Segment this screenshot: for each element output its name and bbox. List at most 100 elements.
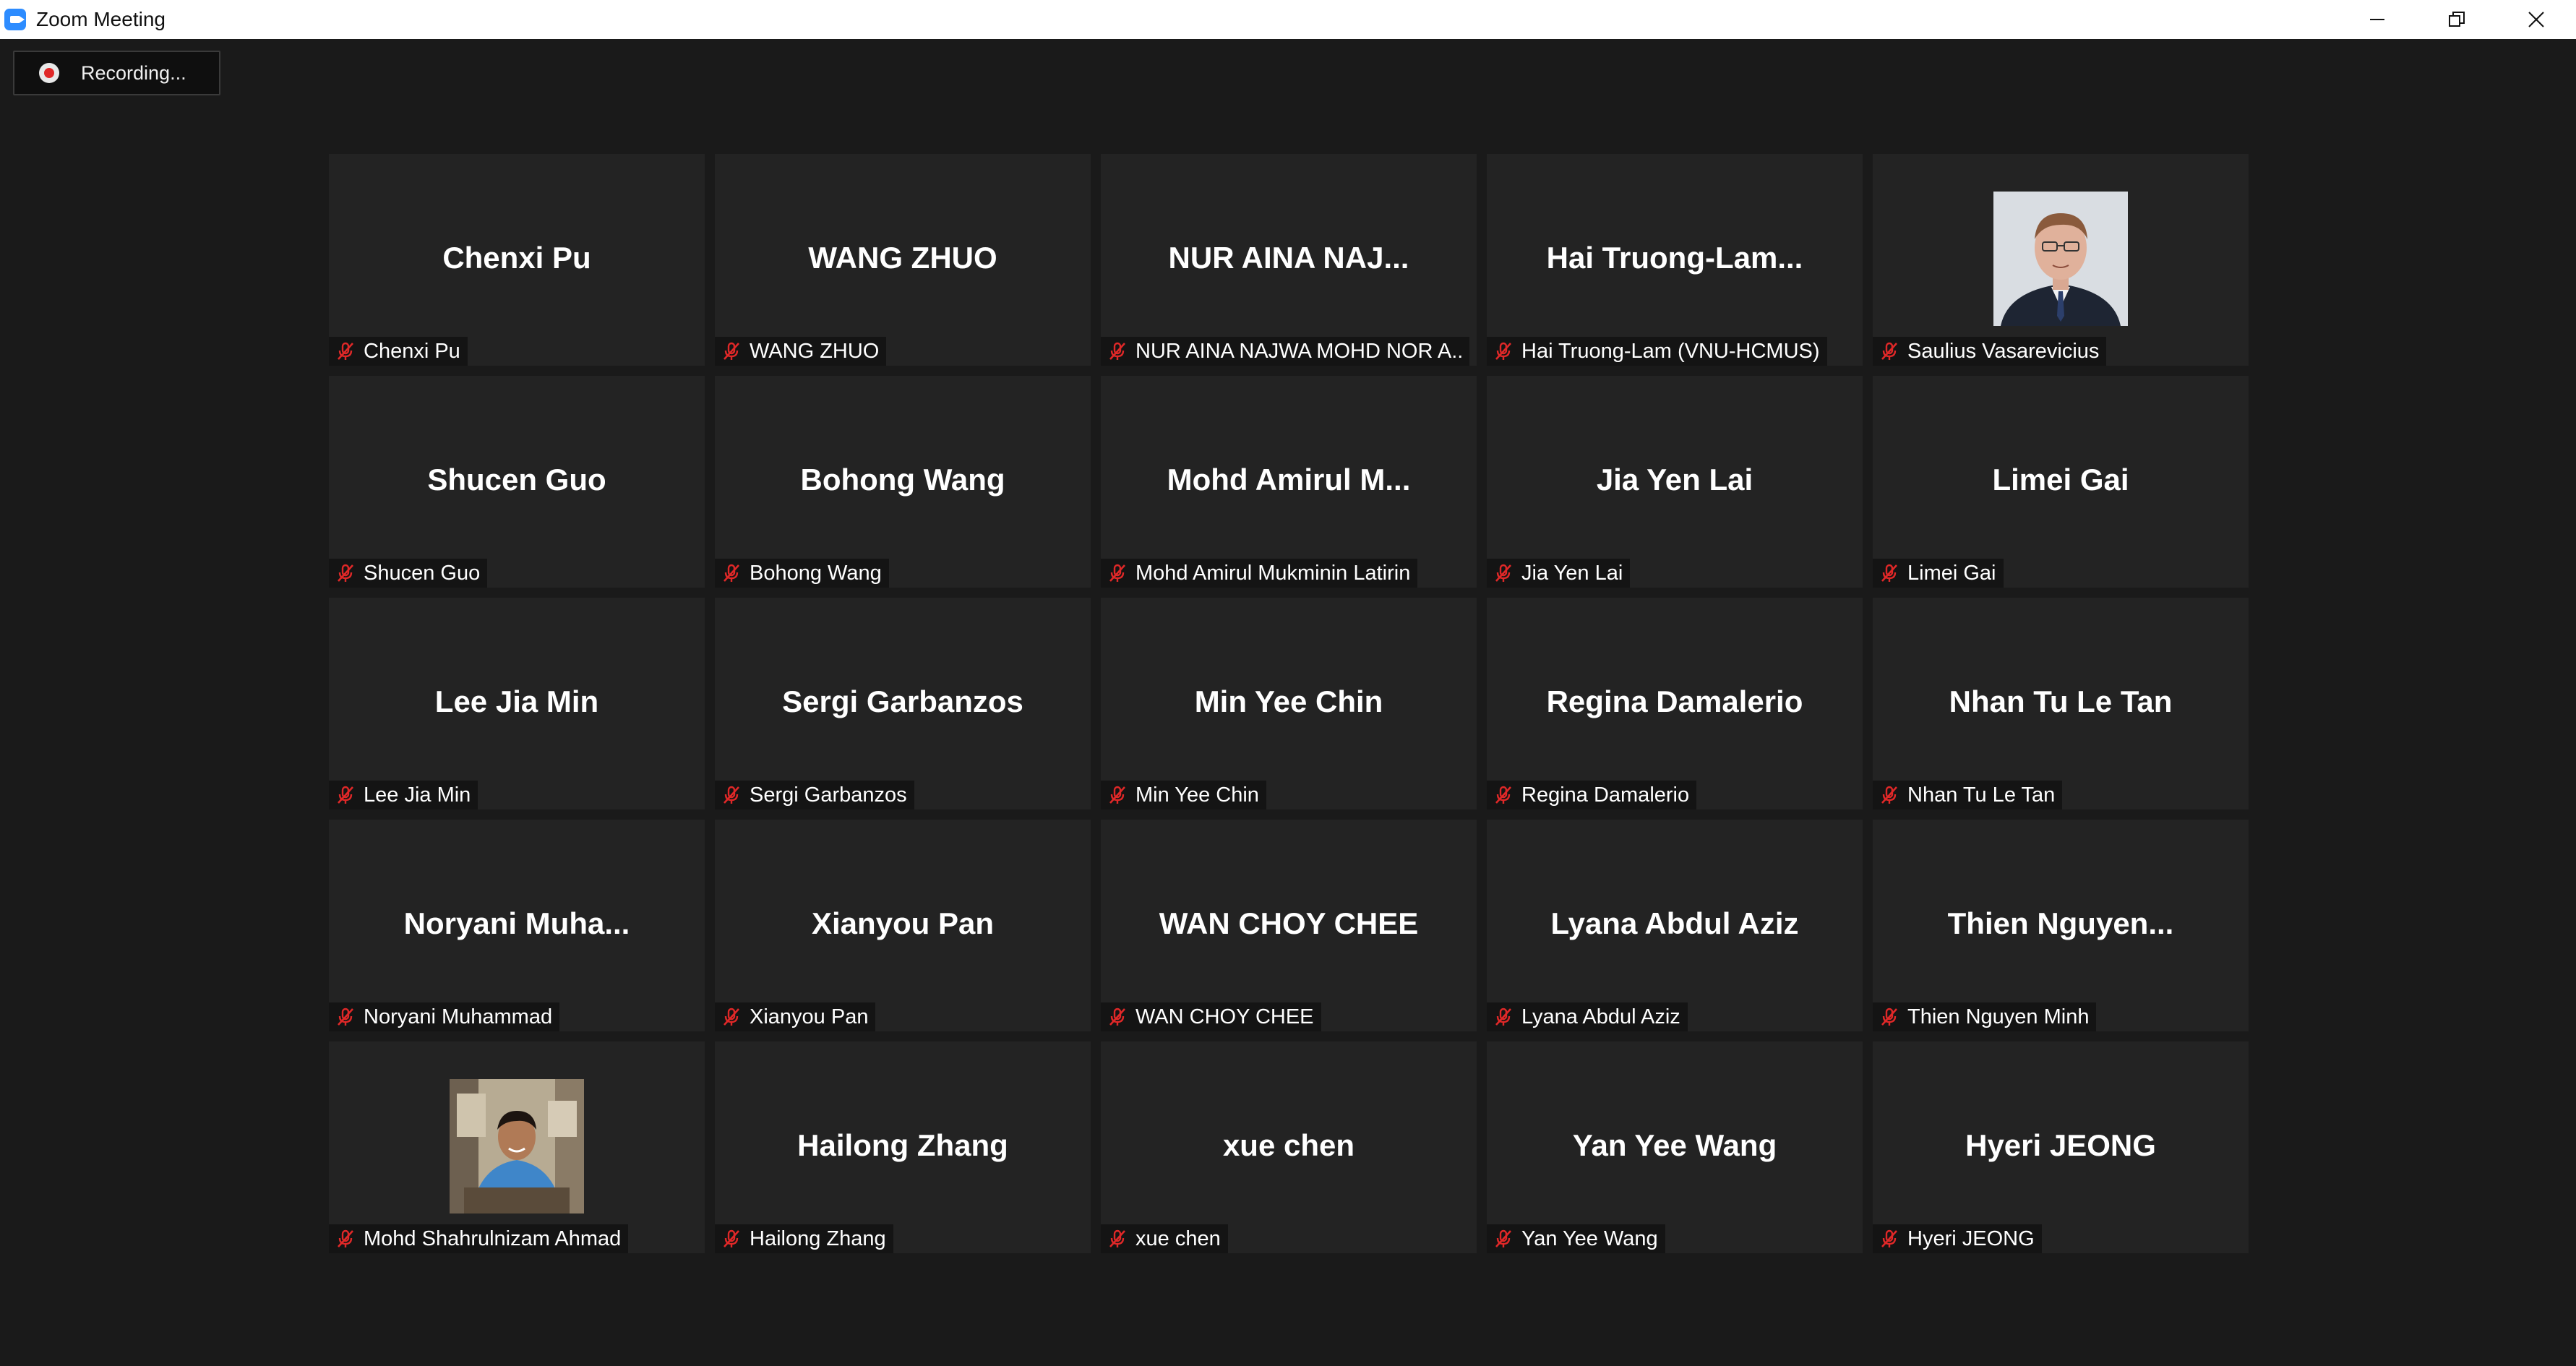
participant-name-label: Lyana Abdul Aziz [1487,1002,1688,1031]
muted-microphone-icon [1881,786,1897,804]
participant-name-label: Bohong Wang [715,559,889,588]
muted-microphone-icon [1495,786,1511,804]
participant-tile[interactable]: Hai Truong-Lam... Hai Truong-Lam (VNU-HCM… [1487,154,1863,366]
participant-tile[interactable]: Chenxi Pu Chenxi Pu [329,154,705,366]
participant-display-name: Min Yee Chin [1194,684,1383,718]
participant-display-name: Chenxi Pu [442,241,591,275]
muted-microphone-icon [338,1229,353,1247]
participant-tile[interactable]: Saulius Vasarevicius [1873,154,2249,366]
participant-tile[interactable]: Thien Nguyen... Thien Nguyen Minh [1873,820,2249,1031]
recording-label: Recording... [81,61,186,84]
muted-microphone-icon [1881,1229,1897,1247]
participant-tile[interactable]: Mohd Amirul M... Mohd Amirul Mukminin Lat… [1101,376,1477,588]
restore-icon [2449,12,2465,27]
participant-name-label: Regina Damalerio [1487,781,1697,809]
participant-full-name: Hailong Zhang [750,1227,886,1250]
participant-display-name: Jia Yen Lai [1596,463,1753,497]
muted-microphone-icon [1109,786,1125,804]
participant-tile[interactable]: Lee Jia Min Lee Jia Min [329,598,705,809]
muted-microphone-icon [724,786,739,804]
participant-tile[interactable]: Bohong Wang Bohong Wang [715,376,1091,588]
participant-photo [450,1079,584,1213]
close-button[interactable] [2496,0,2576,39]
participant-name-label: WAN CHOY CHEE [1101,1002,1321,1031]
participant-full-name: Yan Yee Wang [1521,1227,1658,1250]
participant-name-label: Min Yee Chin [1101,781,1266,809]
participant-display-name: WANG ZHUO [808,241,997,275]
participant-full-name: Regina Damalerio [1521,783,1690,807]
muted-microphone-icon [1881,564,1897,582]
participant-tile[interactable]: Jia Yen Lai Jia Yen Lai [1487,376,1863,588]
participant-tile[interactable]: xue chen xue chen [1101,1041,1477,1253]
recording-indicator[interactable]: Recording... [13,51,220,95]
participant-tile[interactable]: Hyeri JEONG Hyeri JEONG [1873,1041,2249,1253]
participant-tile[interactable]: Shucen Guo Shucen Guo [329,376,705,588]
participant-display-name: Bohong Wang [800,463,1005,497]
participant-full-name: xue chen [1135,1227,1221,1250]
participant-tile[interactable]: Xianyou Pan Xianyou Pan [715,820,1091,1031]
participant-display-name: Lee Jia Min [434,684,599,718]
participant-name-label: NUR AINA NAJWA MOHD NOR A... [1101,337,1469,366]
participant-full-name: WAN CHOY CHEE [1135,1005,1314,1028]
participant-full-name: Min Yee Chin [1135,783,1259,807]
window-title: Zoom Meeting [36,8,166,30]
participant-tile[interactable]: Hailong Zhang Hailong Zhang [715,1041,1091,1253]
participant-display-name: Mohd Amirul M... [1167,463,1411,497]
participant-tile[interactable]: Regina Damalerio Regina Damalerio [1487,598,1863,809]
participant-display-name: Hailong Zhang [797,1128,1008,1162]
participant-name-label: WANG ZHUO [715,337,887,366]
participant-display-name: Lyana Abdul Aziz [1550,906,1799,940]
muted-microphone-icon [1109,1229,1125,1247]
minimize-icon [2370,19,2384,20]
minimize-button[interactable] [2337,0,2417,39]
participant-tile[interactable]: Mohd Shahrulnizam Ahmad [329,1041,705,1253]
participant-name-label: xue chen [1101,1224,1228,1253]
participant-photo [1993,192,2128,326]
participant-tile[interactable]: Noryani Muha... Noryani Muhammad [329,820,705,1031]
muted-microphone-icon [338,564,353,582]
participant-gallery: Chenxi Pu Chenxi Pu WANG ZHUO WANG ZHUO NUR … [329,154,2249,1253]
participant-name-label: Saulius Vasarevicius [1873,337,2107,366]
participant-name-label: Xianyou Pan [715,1002,876,1031]
muted-microphone-icon [1495,342,1511,360]
participant-full-name: Lyana Abdul Aziz [1521,1005,1680,1028]
participant-name-label: Hai Truong-Lam (VNU-HCMUS) [1487,337,1827,366]
participant-name-label: Nhan Tu Le Tan [1873,781,2063,809]
muted-microphone-icon [1495,1229,1511,1247]
participant-full-name: Saulius Vasarevicius [1907,339,2100,363]
participant-full-name: Hyeri JEONG [1907,1227,2035,1250]
participant-display-name: Nhan Tu Le Tan [1949,684,2173,718]
title-bar: Zoom Meeting [0,0,2576,39]
muted-microphone-icon [1495,1008,1511,1026]
participant-name-label: Hyeri JEONG [1873,1224,2042,1253]
participant-name-label: Chenxi Pu [329,337,468,366]
participant-name-label: Hailong Zhang [715,1224,893,1253]
participant-full-name: Limei Gai [1907,561,1996,585]
participant-display-name: Thien Nguyen... [1947,906,2174,940]
muted-microphone-icon [1109,342,1125,360]
participant-tile[interactable]: Sergi Garbanzos Sergi Garbanzos [715,598,1091,809]
participant-tile[interactable]: NUR AINA NAJ... NUR AINA NAJWA MOHD NOR A… [1101,154,1477,366]
participant-tile[interactable]: Yan Yee Wang Yan Yee Wang [1487,1041,1863,1253]
participant-name-label: Jia Yen Lai [1487,559,1631,588]
muted-microphone-icon [724,1008,739,1026]
participant-name-label: Yan Yee Wang [1487,1224,1665,1253]
zoom-camera-icon [4,9,26,30]
participant-display-name: WAN CHOY CHEE [1159,906,1419,940]
participant-display-name: Sergi Garbanzos [782,684,1023,718]
muted-microphone-icon [724,1229,739,1247]
participant-display-name: Yan Yee Wang [1572,1128,1777,1162]
muted-microphone-icon [1881,342,1897,360]
participant-tile[interactable]: Nhan Tu Le Tan Nhan Tu Le Tan [1873,598,2249,809]
participant-tile[interactable]: Min Yee Chin Min Yee Chin [1101,598,1477,809]
participant-full-name: WANG ZHUO [750,339,880,363]
participant-tile[interactable]: Limei Gai Limei Gai [1873,376,2249,588]
participant-display-name: Noryani Muha... [403,906,630,940]
muted-microphone-icon [1109,564,1125,582]
participant-tile[interactable]: WAN CHOY CHEE WAN CHOY CHEE [1101,820,1477,1031]
muted-microphone-icon [338,1008,353,1026]
participant-tile[interactable]: Lyana Abdul Aziz Lyana Abdul Aziz [1487,820,1863,1031]
profile-photo [1993,192,2128,326]
participant-tile[interactable]: WANG ZHUO WANG ZHUO [715,154,1091,366]
restore-button[interactable] [2417,0,2496,39]
